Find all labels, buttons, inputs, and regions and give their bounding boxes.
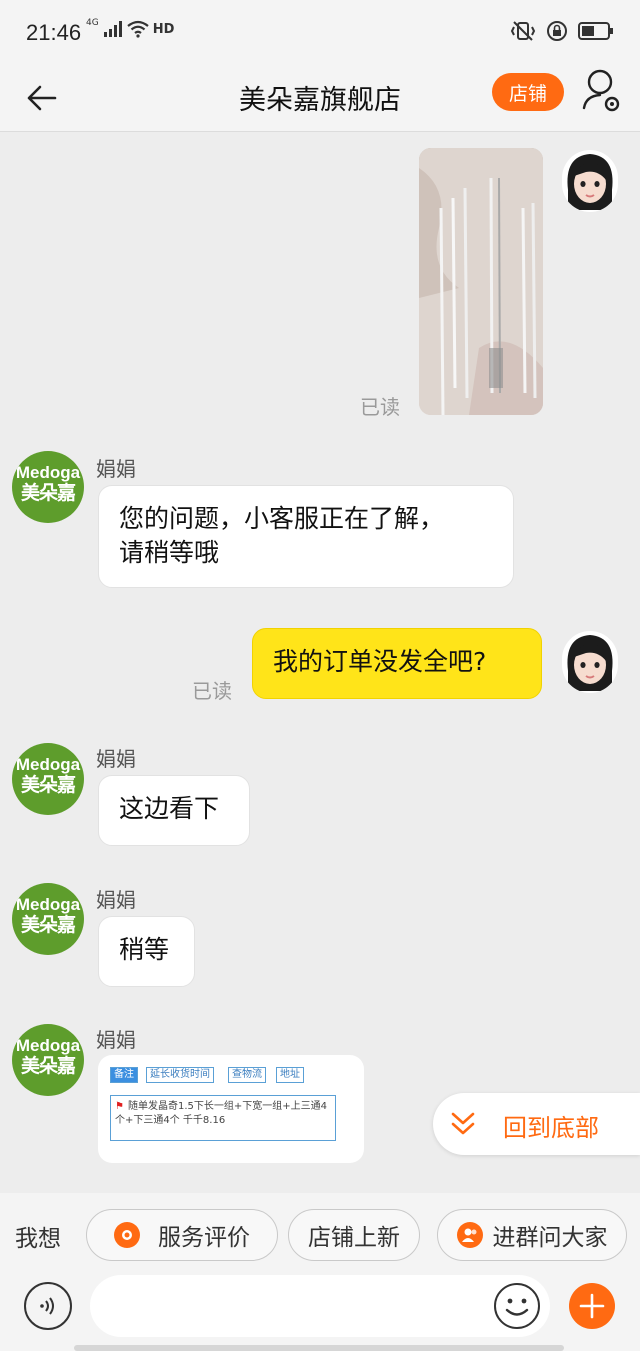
order-tag: 备注 (110, 1067, 138, 1083)
vibrate-icon (510, 21, 536, 41)
voice-icon (40, 1297, 54, 1315)
order-tag: 延长收货时间 (146, 1067, 214, 1083)
profile-settings-button[interactable] (580, 68, 624, 116)
sender-name: 娟娟 (96, 747, 136, 771)
photo-image (419, 148, 543, 415)
signal-icon (103, 21, 122, 37)
order-note-card[interactable]: 备注 延长收货时间 查物流 地址 ⚑ 随单发晶奇1.5下长一组+下宽一组+上三通4… (98, 1055, 364, 1163)
group-icon (456, 1222, 483, 1248)
back-to-bottom-label: 回到底部 (503, 1114, 599, 1142)
read-receipt: 已读 (192, 679, 232, 703)
chat-header: 美朵嘉旗舰店 店铺 (0, 66, 640, 132)
shop-avatar[interactable]: Medoga 美朵嘉 (12, 1024, 84, 1096)
join-group-chip[interactable]: 进群问大家 (437, 1209, 627, 1261)
network-type-label: 4G (86, 18, 99, 28)
hd-icon: HD (152, 21, 175, 37)
my-avatar[interactable] (562, 150, 618, 212)
girl-avatar-icon (562, 150, 618, 212)
emoji-button[interactable] (494, 1283, 540, 1329)
sent-photo[interactable] (419, 148, 543, 415)
my-avatar[interactable] (562, 631, 618, 693)
message-bubble[interactable]: 稍等 (98, 916, 195, 987)
sender-name: 娟娟 (96, 888, 136, 912)
status-bar: 21:46 4G HD (0, 0, 640, 66)
battery-icon (578, 22, 613, 40)
message-bubble[interactable]: 这边看下 (98, 775, 250, 846)
home-indicator (74, 1345, 564, 1351)
shop-avatar-cn: 美朵嘉 (20, 774, 76, 796)
shop-avatar[interactable]: Medoga 美朵嘉 (12, 883, 84, 955)
message-text-line: 请稍等哦 (119, 538, 220, 567)
message-input[interactable] (90, 1275, 550, 1337)
store-new-chip[interactable]: 店铺上新 (288, 1209, 420, 1261)
shop-avatar-en: Medoga (15, 755, 81, 774)
shop-avatar-en: Medoga (15, 895, 81, 914)
store-button[interactable]: 店铺 (492, 73, 564, 111)
message-text-line: 您的问题，小客服正在了解， (119, 504, 445, 533)
shop-avatar-en: Medoga (15, 1036, 81, 1055)
shop-avatar-cn: 美朵嘉 (20, 914, 76, 936)
smiley-icon (505, 1298, 529, 1316)
message-text: 这边看下 (119, 794, 220, 823)
shop-avatar[interactable]: Medoga 美朵嘉 (12, 451, 84, 523)
chat-message-list[interactable]: 已读 Medoga 美朵嘉 娟娟 您的问题，小客服正在了解， 请稍等哦 已读 我… (0, 133, 640, 1193)
plus-icon (579, 1293, 605, 1319)
back-to-bottom-button[interactable]: 回到底部 (433, 1093, 640, 1155)
sender-name: 娟娟 (96, 1028, 136, 1052)
shop-avatar-en: Medoga (15, 463, 81, 482)
chip-label: 店铺上新 (308, 1225, 400, 1251)
chip-label: 服务评价 (158, 1225, 250, 1251)
quick-actions-label: 我想 (15, 1226, 61, 1252)
shop-avatar-cn: 美朵嘉 (20, 482, 76, 504)
quick-actions-bar: 我想 服务评价 店铺上新 进群问大家 (0, 1193, 640, 1273)
more-actions-button[interactable] (569, 1283, 615, 1329)
message-bubble[interactable]: 您的问题，小客服正在了解， 请稍等哦 (98, 485, 514, 588)
order-note-box: ⚑ 随单发晶奇1.5下长一组+下宽一组+上三通4个+下三通4个 千千8.16 (110, 1095, 336, 1141)
order-tag: 地址 (276, 1067, 304, 1083)
status-time: 21:46 (26, 20, 82, 45)
flag-icon: ⚑ (115, 1101, 124, 1112)
double-chevron-down-icon (451, 1112, 475, 1135)
service-rating-chip[interactable]: 服务评价 (86, 1209, 278, 1261)
girl-avatar-icon (562, 631, 618, 693)
my-message-bubble[interactable]: 我的订单没发全吧? (252, 628, 542, 699)
message-text: 稍等 (119, 935, 170, 964)
rating-icon (114, 1222, 140, 1248)
order-tag: 查物流 (228, 1067, 266, 1083)
message-text: 我的订单没发全吧? (273, 647, 487, 676)
shop-avatar-cn: 美朵嘉 (20, 1055, 76, 1077)
read-receipt: 已读 (360, 395, 400, 419)
profile-settings-icon (582, 69, 620, 112)
wifi-icon (127, 20, 149, 38)
chip-label: 进群问大家 (492, 1225, 608, 1251)
sender-name: 娟娟 (96, 457, 136, 481)
shop-avatar[interactable]: Medoga 美朵嘉 (12, 743, 84, 815)
input-bar (0, 1273, 640, 1351)
voice-button[interactable] (24, 1282, 72, 1330)
order-note-text: 随单发晶奇1.5下长一组+下宽一组+上三通4个+下三通4个 千千8.16 (115, 1101, 327, 1126)
lock-rotation-icon (547, 21, 567, 41)
